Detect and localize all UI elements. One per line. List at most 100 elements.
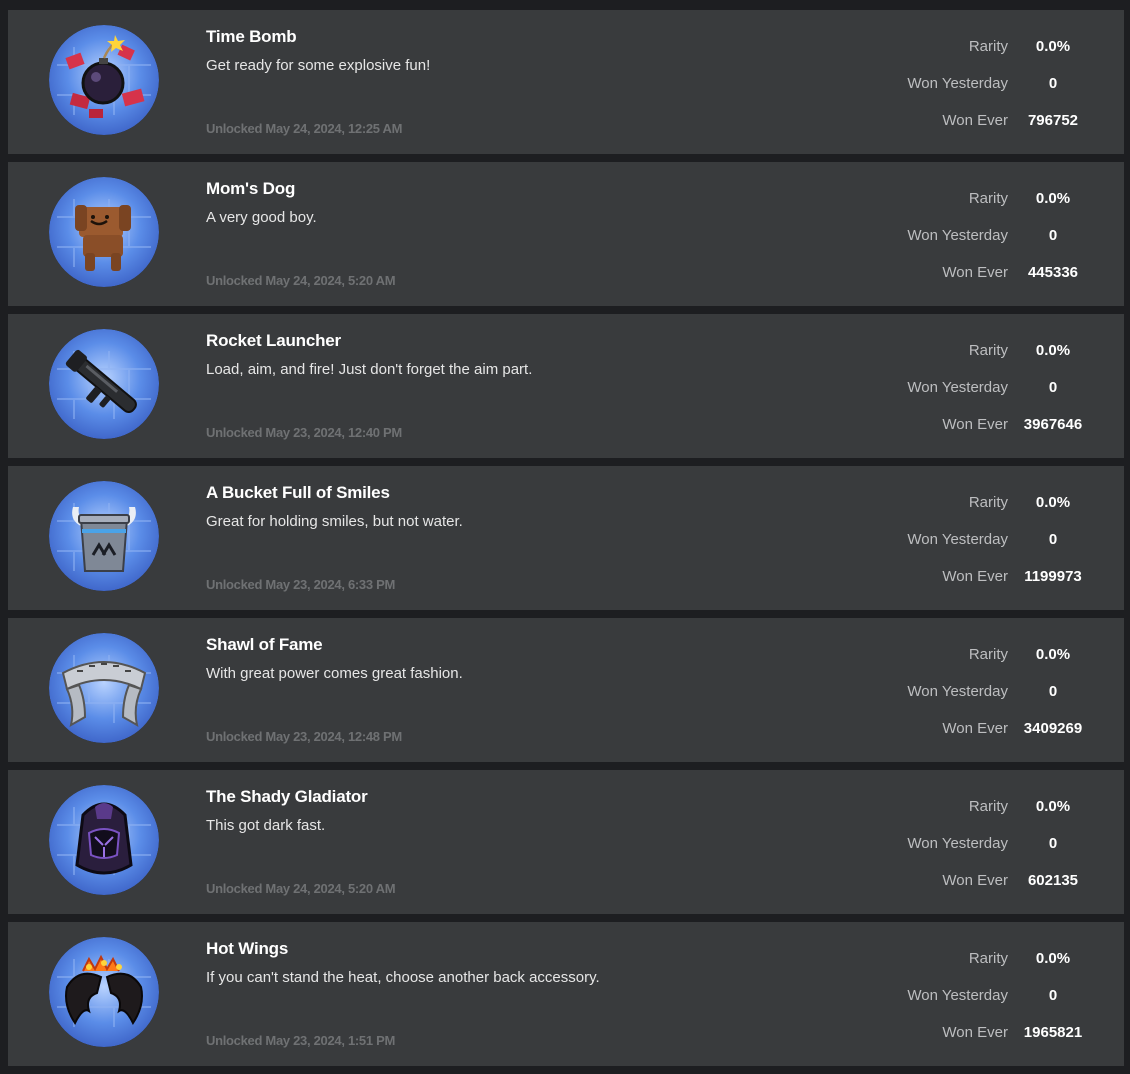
stat-row-won-yesterday: Won Yesterday 0 (804, 223, 1124, 260)
badge-card-3[interactable]: Rocket Launcher Load, aim, and fire! Jus… (8, 314, 1124, 458)
rarity-label: Rarity (968, 342, 1008, 359)
stat-row-rarity: Rarity 0.0% (804, 490, 1124, 527)
badge-stats: Rarity 0.0% Won Yesterday 0 Won Ever 796… (804, 34, 1124, 145)
rarity-value: 0.0% (1035, 38, 1071, 55)
badge-unlocked-date: Unlocked May 24, 2024, 12:25 AM (206, 121, 403, 136)
stat-row-won-ever: Won Ever 3967646 (804, 412, 1124, 449)
won-ever-value: 1199973 (1024, 568, 1082, 585)
shawl-icon[interactable] (49, 633, 159, 743)
badge-description: Get ready for some explosive fun! (206, 57, 431, 74)
badge-stats: Rarity 0.0% Won Yesterday 0 Won Ever 119… (804, 490, 1124, 601)
won-yesterday-value: 0 (1048, 227, 1058, 244)
rarity-value: 0.0% (1035, 190, 1071, 207)
stat-row-won-ever: Won Ever 796752 (804, 108, 1124, 145)
rarity-value: 0.0% (1035, 646, 1071, 663)
won-ever-label: Won Ever (942, 264, 1008, 281)
stat-row-rarity: Rarity 0.0% (804, 642, 1124, 679)
bucket-helmet-icon[interactable] (49, 481, 159, 591)
badge-card-2[interactable]: Mom's Dog A very good boy. Unlocked May … (8, 162, 1124, 306)
won-ever-label: Won Ever (942, 720, 1008, 737)
won-yesterday-value: 0 (1048, 987, 1058, 1004)
stat-row-rarity: Rarity 0.0% (804, 34, 1124, 71)
badge-description: This got dark fast. (206, 817, 326, 834)
won-yesterday-value: 0 (1048, 75, 1058, 92)
badge-stats: Rarity 0.0% Won Yesterday 0 Won Ever 445… (804, 186, 1124, 297)
badge-description: Great for holding smiles, but not water. (206, 513, 463, 530)
badge-description: With great power comes great fashion. (206, 665, 463, 682)
gladiator-helmet-icon[interactable] (49, 785, 159, 895)
badge-name[interactable]: Time Bomb (206, 27, 297, 47)
badge-name[interactable]: The Shady Gladiator (206, 787, 368, 807)
badge-name[interactable]: A Bucket Full of Smiles (206, 483, 390, 503)
won-yesterday-value: 0 (1048, 835, 1058, 852)
won-ever-value: 3409269 (1023, 720, 1083, 737)
badge-unlocked-date: Unlocked May 24, 2024, 5:20 AM (206, 881, 396, 896)
won-yesterday-label: Won Yesterday (907, 531, 1008, 548)
rarity-label: Rarity (968, 38, 1008, 55)
won-yesterday-value: 0 (1048, 379, 1058, 396)
badge-card-4[interactable]: A Bucket Full of Smiles Great for holdin… (8, 466, 1124, 610)
won-yesterday-label: Won Yesterday (907, 987, 1008, 1004)
won-ever-label: Won Ever (942, 568, 1008, 585)
badge-stats: Rarity 0.0% Won Yesterday 0 Won Ever 602… (804, 794, 1124, 905)
won-ever-label: Won Ever (942, 416, 1008, 433)
stat-row-won-yesterday: Won Yesterday 0 (804, 831, 1124, 868)
stat-row-rarity: Rarity 0.0% (804, 794, 1124, 831)
badge-name[interactable]: Shawl of Fame (206, 635, 323, 655)
badge-description: If you can't stand the heat, choose anot… (206, 969, 600, 986)
won-ever-value: 796752 (1027, 112, 1079, 129)
won-ever-value: 3967646 (1023, 416, 1083, 433)
badge-description: Load, aim, and fire! Just don't forget t… (206, 361, 533, 378)
won-yesterday-value: 0 (1048, 531, 1058, 548)
badge-unlocked-date: Unlocked May 23, 2024, 6:33 PM (206, 577, 395, 592)
rarity-label: Rarity (968, 190, 1008, 207)
time-bomb-icon[interactable] (49, 25, 159, 135)
won-yesterday-label: Won Yesterday (907, 835, 1008, 852)
stat-row-won-ever: Won Ever 602135 (804, 868, 1124, 905)
rarity-label: Rarity (968, 494, 1008, 511)
won-ever-value: 1965821 (1023, 1024, 1083, 1041)
badge-unlocked-date: Unlocked May 23, 2024, 1:51 PM (206, 1033, 395, 1048)
badge-card-5[interactable]: Shawl of Fame With great power comes gre… (8, 618, 1124, 762)
badge-card-6[interactable]: The Shady Gladiator This got dark fast. … (8, 770, 1124, 914)
won-yesterday-label: Won Yesterday (907, 75, 1008, 92)
won-ever-label: Won Ever (942, 1024, 1008, 1041)
badge-name[interactable]: Rocket Launcher (206, 331, 341, 351)
rarity-value: 0.0% (1035, 342, 1071, 359)
rocket-launcher-icon[interactable] (49, 329, 159, 439)
rarity-value: 0.0% (1035, 950, 1071, 967)
badge-card-1[interactable]: Time Bomb Get ready for some explosive f… (8, 10, 1124, 154)
badge-stats: Rarity 0.0% Won Yesterday 0 Won Ever 196… (804, 946, 1124, 1057)
stat-row-rarity: Rarity 0.0% (804, 338, 1124, 375)
rarity-label: Rarity (968, 798, 1008, 815)
won-ever-label: Won Ever (942, 112, 1008, 129)
won-ever-label: Won Ever (942, 872, 1008, 889)
won-yesterday-value: 0 (1048, 683, 1058, 700)
won-yesterday-label: Won Yesterday (907, 227, 1008, 244)
badge-list: Time Bomb Get ready for some explosive f… (8, 10, 1124, 1074)
badge-description: A very good boy. (206, 209, 317, 226)
hot-wings-icon[interactable] (49, 937, 159, 1047)
badge-unlocked-date: Unlocked May 24, 2024, 5:20 AM (206, 273, 396, 288)
stat-row-won-ever: Won Ever 3409269 (804, 716, 1124, 753)
rarity-label: Rarity (968, 950, 1008, 967)
stat-row-won-yesterday: Won Yesterday 0 (804, 983, 1124, 1020)
stat-row-won-yesterday: Won Yesterday 0 (804, 71, 1124, 108)
stat-row-won-yesterday: Won Yesterday 0 (804, 679, 1124, 716)
rarity-value: 0.0% (1035, 494, 1071, 511)
badge-unlocked-date: Unlocked May 23, 2024, 12:40 PM (206, 425, 402, 440)
rarity-label: Rarity (968, 646, 1008, 663)
badge-name[interactable]: Mom's Dog (206, 179, 295, 199)
badge-stats: Rarity 0.0% Won Yesterday 0 Won Ever 340… (804, 642, 1124, 753)
badge-name[interactable]: Hot Wings (206, 939, 288, 959)
stat-row-won-yesterday: Won Yesterday 0 (804, 375, 1124, 412)
badge-card-7[interactable]: Hot Wings If you can't stand the heat, c… (8, 922, 1124, 1066)
stat-row-rarity: Rarity 0.0% (804, 946, 1124, 983)
dog-icon[interactable] (49, 177, 159, 287)
stat-row-rarity: Rarity 0.0% (804, 186, 1124, 223)
badge-stats: Rarity 0.0% Won Yesterday 0 Won Ever 396… (804, 338, 1124, 449)
won-yesterday-label: Won Yesterday (907, 379, 1008, 396)
stat-row-won-yesterday: Won Yesterday 0 (804, 527, 1124, 564)
badge-unlocked-date: Unlocked May 23, 2024, 12:48 PM (206, 729, 402, 744)
won-ever-value: 445336 (1027, 264, 1079, 281)
